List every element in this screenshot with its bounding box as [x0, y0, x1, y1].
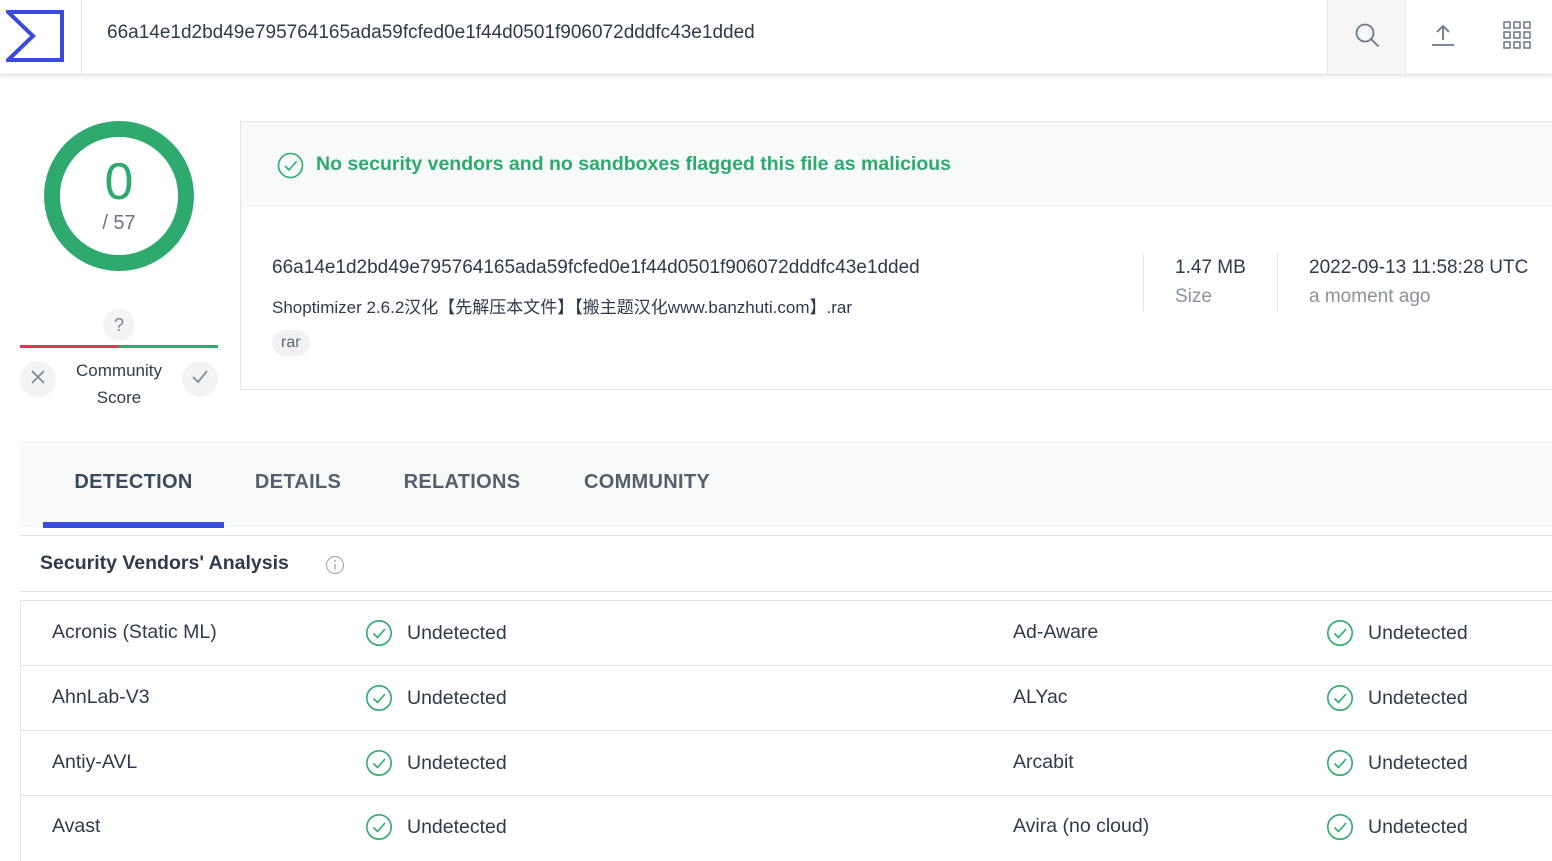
table-row: Acronis (Static ML) Undetected Ad-Aware … [21, 601, 1552, 666]
file-summary-card: No security vendors and no sandboxes fla… [240, 121, 1552, 390]
apps-button[interactable] [1481, 0, 1552, 74]
vendor-result: Undetected [365, 748, 507, 778]
vendor-result: Undetected [1326, 748, 1468, 778]
section-divider [20, 591, 1552, 592]
tab-details[interactable]: DETAILS [238, 441, 358, 527]
top-bar: 66a14e1d2bd49e795764165ada59fcfed0e1f44d… [0, 0, 1552, 75]
vendor-result-text: Undetected [1368, 686, 1468, 709]
vote-harmless-button[interactable] [182, 361, 218, 397]
vendor-result-text: Undetected [407, 621, 507, 644]
vendor-name: AhnLab-V3 [52, 686, 150, 708]
vendor-result: Undetected [1326, 812, 1468, 842]
file-size-value: 1.47 MB [1175, 257, 1246, 278]
info-icon[interactable] [325, 555, 345, 575]
vendor-result: Undetected [1326, 618, 1468, 648]
search-button[interactable] [1327, 0, 1406, 74]
community-bar-positive [119, 345, 218, 348]
vendor-result-text: Undetected [407, 686, 507, 709]
vendor-name: ALYac [1013, 686, 1068, 708]
detection-count: 0 [104, 153, 134, 211]
vendor-name: Avast [52, 815, 101, 837]
file-hash[interactable]: 66a14e1d2bd49e795764165ada59fcfed0e1f44d… [272, 257, 920, 279]
community-score-value: ? [103, 309, 135, 341]
search-icon [1354, 22, 1380, 53]
table-row: Avast Undetected Avira (no cloud) Undete… [21, 795, 1552, 859]
check-circle-icon [1326, 749, 1354, 777]
close-icon [31, 369, 45, 389]
meta-divider [1277, 253, 1278, 311]
vendor-result: Undetected [1326, 683, 1468, 713]
check-circle-icon [365, 684, 393, 712]
vote-malicious-button[interactable] [20, 361, 56, 397]
community-bar-negative [20, 345, 119, 348]
check-circle-icon [1326, 619, 1354, 647]
vendor-name: Acronis (Static ML) [52, 621, 217, 643]
detection-total: / 57 [102, 212, 136, 234]
vendor-result: Undetected [365, 618, 507, 648]
table-row: Antiy-AVL Undetected Arcabit Undetected [21, 731, 1552, 796]
community-score-label: Community Score [76, 361, 162, 407]
analysis-date-value: 2022-09-13 11:58:28 UTC [1309, 257, 1529, 278]
vendor-result-text: Undetected [1368, 621, 1468, 644]
vendor-result-text: Undetected [407, 815, 507, 838]
meta-divider [1143, 253, 1144, 311]
section-title: Security Vendors' Analysis [40, 552, 289, 574]
check-circle-icon [1326, 684, 1354, 712]
sigma-logo-icon[interactable] [3, 10, 64, 62]
tab-bar: DETECTION DETAILS RELATIONS COMMUNITY [20, 441, 1552, 528]
check-circle-icon [365, 619, 393, 647]
vendor-result-text: Undetected [1368, 751, 1468, 774]
logo-divider [81, 0, 82, 74]
vendor-name: Antiy-AVL [52, 751, 138, 773]
analysis-date-relative: a moment ago [1309, 286, 1431, 307]
verdict-text: No security vendors and no sandboxes fla… [316, 153, 951, 175]
vendor-name: Ad-Aware [1013, 621, 1099, 643]
vendor-name: Avira (no cloud) [1013, 815, 1150, 837]
tab-detection[interactable]: DETECTION [43, 441, 224, 527]
verdict-banner: No security vendors and no sandboxes fla… [241, 122, 1552, 207]
vendor-result-text: Undetected [407, 751, 507, 774]
upload-icon [1430, 22, 1456, 53]
check-icon [192, 369, 208, 389]
check-circle-icon [365, 813, 393, 841]
file-name: Shoptimizer 2.6.2汉化【先解压本文件】【搬主题汉化www.ban… [272, 298, 853, 317]
upload-button[interactable] [1404, 0, 1481, 74]
vendor-result: Undetected [365, 812, 507, 842]
check-circle-icon [365, 749, 393, 777]
search-input[interactable]: 66a14e1d2bd49e795764165ada59fcfed0e1f44d… [107, 22, 755, 44]
table-row: AhnLab-V3 Undetected ALYac Undetected [21, 666, 1552, 731]
file-type-tag[interactable]: rar [272, 330, 310, 356]
file-size-label: Size [1175, 286, 1212, 307]
tab-relations[interactable]: RELATIONS [385, 441, 539, 527]
vendor-result-text: Undetected [1368, 815, 1468, 838]
tabs-divider [20, 535, 1552, 536]
apps-grid-icon [1502, 20, 1532, 55]
tab-community[interactable]: COMMUNITY [566, 441, 728, 527]
vendor-result: Undetected [365, 683, 507, 713]
community-score-bar [20, 345, 218, 348]
check-circle-icon [277, 152, 304, 179]
active-tab-indicator [43, 522, 224, 528]
vendor-table: Acronis (Static ML) Undetected Ad-Aware … [20, 600, 1552, 861]
check-circle-icon [1326, 813, 1354, 841]
vendor-name: Arcabit [1013, 751, 1074, 773]
